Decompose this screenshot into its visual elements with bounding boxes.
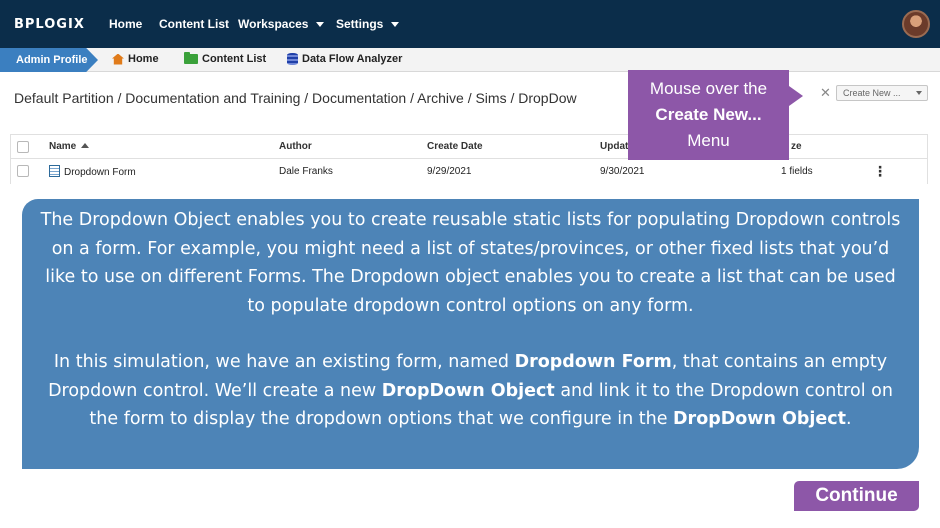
close-icon[interactable]: ✕ (820, 85, 831, 101)
home-icon (112, 53, 124, 65)
instruction-callout: Mouse over the Create New... Menu (628, 70, 789, 160)
admin-profile-tab[interactable]: Admin Profile (0, 48, 98, 72)
toolbar-content-list[interactable]: Content List (184, 52, 267, 65)
nav-settings[interactable]: Settings (336, 17, 400, 31)
callout-line-1: Mouse over the (649, 79, 768, 98)
info-bold-text: Dropdown Form (514, 352, 672, 372)
callout-arrow (789, 86, 803, 106)
table-row[interactable]: Dropdown Form Dale Franks 9/29/2021 9/30… (11, 159, 927, 184)
toolbar-home[interactable]: Home (112, 53, 159, 65)
toolbar-data-flow-analyzer[interactable]: Data Flow Analyzer (287, 53, 402, 65)
secondary-toolbar: Admin Profile Home Content List Data Flo… (0, 48, 940, 72)
column-author[interactable]: Author (279, 141, 312, 152)
toolbar-home-label: Home (128, 53, 159, 65)
callout-line-3: Menu (687, 131, 730, 150)
toolbar-data-flow-analyzer-label: Data Flow Analyzer (302, 53, 403, 65)
sort-ascending-icon (81, 143, 90, 148)
row-size: 1 fields (781, 166, 813, 177)
row-name[interactable]: Dropdown Form (49, 165, 136, 178)
continue-button[interactable]: Continue (794, 481, 919, 511)
column-name[interactable]: Name (49, 141, 90, 152)
table-header: Name Author Create Date Updat ze (11, 135, 927, 159)
column-name-label: Name (49, 141, 77, 152)
top-navbar: BPLOGIX Home Content List Workspaces Set… (0, 0, 940, 48)
form-icon (49, 165, 60, 177)
column-create-date[interactable]: Create Date (427, 141, 483, 152)
info-text: . (846, 409, 852, 429)
info-bold-text: DropDown Object (381, 380, 555, 401)
column-update-date[interactable]: Updat (600, 141, 628, 152)
info-bold-text: DropDown Object (673, 409, 847, 429)
create-new-label: Create New ... (843, 88, 901, 98)
user-avatar[interactable] (902, 10, 930, 38)
info-paragraph-2: In this simulation, we have an existing … (36, 348, 905, 434)
row-author: Dale Franks (279, 166, 333, 177)
chevron-down-icon (316, 22, 325, 27)
select-all-checkbox[interactable] (17, 141, 29, 153)
row-name-label: Dropdown Form (64, 167, 136, 178)
nav-settings-label: Settings (336, 17, 384, 31)
info-panel: The Dropdown Object enables you to creat… (22, 199, 919, 469)
chevron-down-icon (391, 22, 400, 27)
database-icon (287, 53, 298, 65)
nav-workspaces-label: Workspaces (238, 17, 309, 31)
row-checkbox[interactable] (17, 165, 29, 177)
nav-content-list[interactable]: Content List (159, 17, 229, 31)
callout-line-2: Create New... (655, 105, 762, 124)
nav-home[interactable]: Home (109, 17, 142, 31)
row-create-date: 9/29/2021 (427, 166, 472, 177)
nav-workspaces[interactable]: Workspaces (238, 17, 325, 31)
info-paragraph-1: The Dropdown Object enables you to creat… (40, 210, 901, 316)
breadcrumb[interactable]: Default Partition / Documentation and Tr… (14, 90, 634, 106)
content-table: Name Author Create Date Updat ze Dropdow… (10, 134, 928, 184)
nav-content-list-label: Content List (159, 17, 229, 31)
column-size[interactable]: ze (791, 141, 802, 152)
toolbar-content-list-label: Content List (202, 53, 267, 65)
row-menu-icon[interactable]: ⋮ (873, 164, 887, 178)
chevron-down-icon (916, 91, 922, 95)
info-text: In this simulation, we have an existing … (53, 352, 515, 372)
nav-home-label: Home (109, 17, 143, 31)
folder-icon (184, 52, 198, 64)
row-update-date: 9/30/2021 (600, 166, 645, 177)
bplogix-logo: BPLOGIX (14, 17, 85, 32)
create-new-dropdown[interactable]: Create New ... (836, 85, 928, 101)
